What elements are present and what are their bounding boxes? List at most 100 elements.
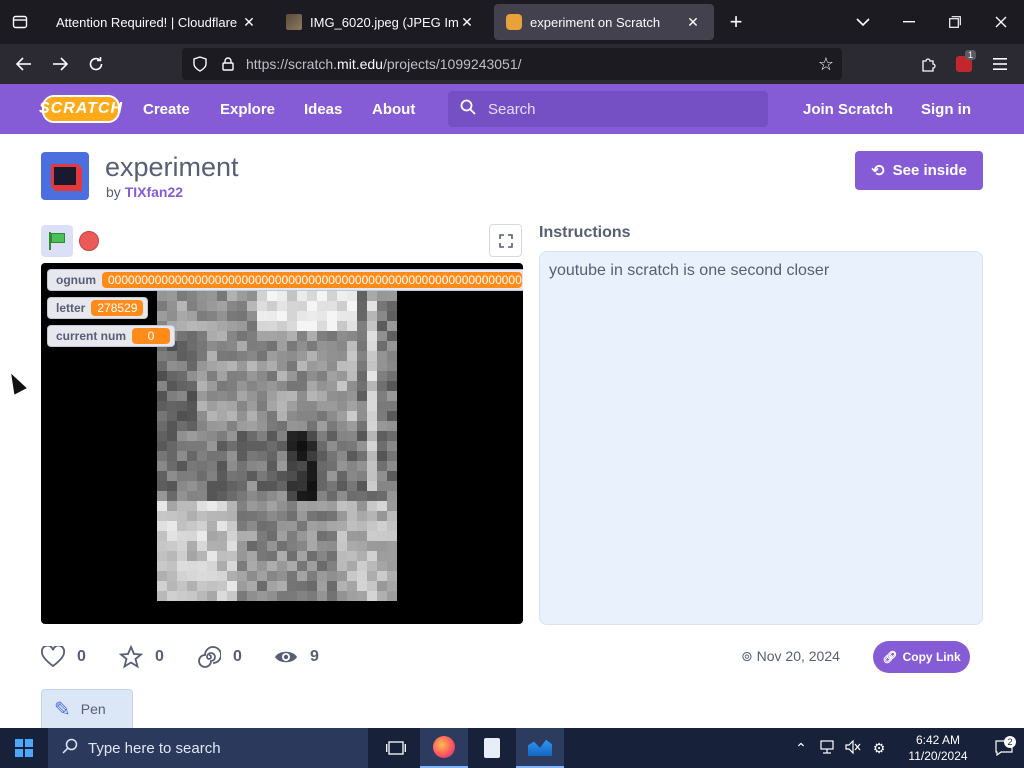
lock-icon[interactable] <box>218 54 238 74</box>
ublock-extension-icon[interactable]: 1 <box>946 44 982 84</box>
sprite-pixel <box>247 331 257 341</box>
love-stat[interactable]: 0 <box>41 645 86 669</box>
sprite-pixel <box>217 491 227 501</box>
search-input[interactable]: Search <box>448 91 768 127</box>
sprite-pixel <box>277 361 287 371</box>
sprite-pixel <box>357 571 367 581</box>
favorite-stat[interactable]: 0 <box>119 645 164 669</box>
project-stage[interactable]: ognum 0000000000000000000000000000000000… <box>41 263 523 624</box>
close-icon[interactable]: ✕ <box>240 13 258 31</box>
chevron-up-icon[interactable]: ⌃ <box>788 740 814 757</box>
close-icon[interactable]: ✕ <box>684 13 702 31</box>
sprite-pixel <box>187 411 197 421</box>
see-inside-button[interactable]: ⟲ See inside <box>855 151 983 190</box>
fullscreen-icon[interactable] <box>489 224 522 257</box>
sprite-pixel <box>277 311 287 321</box>
sprite-pixel <box>357 511 367 521</box>
stop-button[interactable] <box>79 231 99 251</box>
sprite-pixel <box>377 471 387 481</box>
close-icon[interactable]: ✕ <box>458 13 476 31</box>
close-window-icon[interactable] <box>978 0 1024 44</box>
nav-explore[interactable]: Explore <box>220 84 275 134</box>
sprite-pixel <box>337 321 347 331</box>
sprite-pixel <box>327 321 337 331</box>
sprite-pixel <box>337 471 347 481</box>
sprite-pixel <box>157 521 167 531</box>
sprite-pixel <box>267 431 277 441</box>
browser-tab-scratch[interactable]: experiment on Scratch ✕ <box>494 4 714 40</box>
sprite-pixel <box>187 341 197 351</box>
copy-link-button[interactable]: 🔗︎ Copy Link <box>873 641 970 673</box>
address-bar[interactable]: https://scratch.mit.edu/projects/1099243… <box>182 48 842 80</box>
forward-arrow-icon[interactable] <box>42 44 78 84</box>
sprite-pixel <box>237 361 247 371</box>
monitor-current-num[interactable]: current num 0 <box>47 325 176 347</box>
volume-icon[interactable] <box>840 739 866 757</box>
author-link[interactable]: TIXfan22 <box>125 184 183 200</box>
browser-tab-strip: Attention Required! | Cloudflare ✕ IMG_6… <box>0 0 1024 44</box>
sign-in-link[interactable]: Sign in <box>921 84 971 134</box>
minimize-icon[interactable] <box>886 0 932 44</box>
sprite-pixel <box>217 531 227 541</box>
sprite-pixel <box>247 361 257 371</box>
sprite-pixel <box>277 561 287 571</box>
nav-ideas[interactable]: Ideas <box>304 84 342 134</box>
sprite-pixel <box>317 431 327 441</box>
back-arrow-icon[interactable] <box>6 44 42 84</box>
green-flag-button[interactable] <box>41 225 73 257</box>
sprite-pixel <box>177 461 187 471</box>
sprite-pixel <box>227 431 237 441</box>
sprite-pixel <box>167 521 177 531</box>
network-icon[interactable] <box>814 739 840 757</box>
notes-taskbar-icon[interactable] <box>468 728 516 768</box>
chevron-down-icon[interactable] <box>840 0 886 44</box>
sprite-pixel <box>387 411 397 421</box>
firefox-taskbar-icon[interactable] <box>420 728 468 768</box>
taskbar-clock[interactable]: 6:42 AM 11/20/2024 <box>898 732 978 764</box>
extensions-puzzle-icon[interactable] <box>910 44 946 84</box>
new-tab-button[interactable]: + <box>718 4 754 40</box>
sprite-pixel <box>187 501 197 511</box>
menu-hamburger-icon[interactable] <box>982 44 1018 84</box>
sprite-pixel <box>187 361 197 371</box>
restore-icon[interactable] <box>932 0 978 44</box>
join-scratch-link[interactable]: Join Scratch <box>803 84 893 134</box>
sprite-pixel <box>197 451 207 461</box>
nav-about[interactable]: About <box>372 84 415 134</box>
browser-tab-cloudflare[interactable]: Attention Required! | Cloudflare ✕ <box>44 4 270 40</box>
sprite-pixel <box>317 301 327 311</box>
sprite-pixel <box>217 571 227 581</box>
url-text[interactable]: https://scratch.mit.edu/projects/1099243… <box>246 56 818 72</box>
notification-center-icon[interactable]: 2 <box>984 736 1024 756</box>
monitor-letter[interactable]: letter 278529 <box>47 297 149 319</box>
browser-tab-image[interactable]: IMG_6020.jpeg (JPEG Image, 45 ✕ <box>274 4 488 40</box>
task-view-icon[interactable] <box>372 728 420 768</box>
start-button[interactable] <box>0 728 48 768</box>
sprite-pixel <box>287 461 297 471</box>
chart-app-taskbar-icon[interactable] <box>516 728 564 768</box>
sprite-pixel <box>237 491 247 501</box>
sprite-pixel <box>227 461 237 471</box>
sprite-pixel <box>217 371 227 381</box>
sprite-pixel <box>277 421 287 431</box>
monitor-ognum[interactable]: ognum 0000000000000000000000000000000000… <box>47 269 523 291</box>
sprite-pixel <box>277 531 287 541</box>
scratch-logo[interactable]: SCRATCH <box>39 95 122 123</box>
gear-icon[interactable]: ⚙ <box>866 740 892 757</box>
firefox-view-icon[interactable] <box>0 0 40 44</box>
bookmark-star-icon[interactable]: ☆ <box>818 54 834 75</box>
shield-icon[interactable] <box>190 54 210 74</box>
nav-create[interactable]: Create <box>143 84 190 134</box>
sprite-pixel <box>387 311 397 321</box>
sprite-pixel <box>367 531 377 541</box>
sprite-pixel <box>277 571 287 581</box>
taskbar-search-input[interactable]: Type here to search <box>48 728 368 768</box>
sprite-pixel <box>317 291 327 301</box>
reload-icon[interactable] <box>78 44 114 84</box>
sprite-pixel <box>167 361 177 371</box>
notes-icon <box>484 738 500 758</box>
sprite-pixel <box>177 301 187 311</box>
sprite-pixel <box>157 491 167 501</box>
sprite-pixel <box>197 551 207 561</box>
sprite-pixel <box>307 511 317 521</box>
